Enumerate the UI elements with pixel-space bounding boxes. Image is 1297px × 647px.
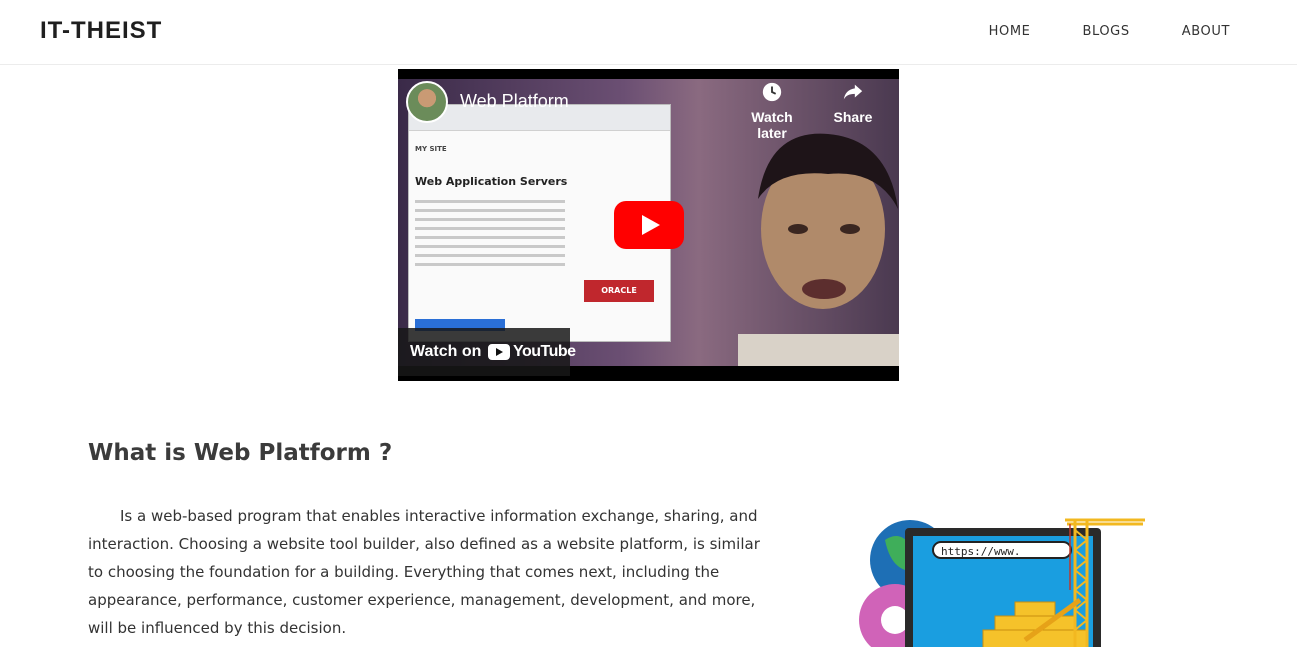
- section-heading: What is Web Platform ?: [88, 440, 393, 466]
- main-nav: HOME BLOGS ABOUT: [937, 24, 1230, 39]
- play-button[interactable]: [614, 201, 684, 249]
- intro-paragraph: Is a web-based program that enables inte…: [88, 507, 760, 637]
- watch-later-button[interactable]: Watch later: [736, 81, 808, 141]
- share-button[interactable]: Share: [828, 81, 878, 125]
- thumbnail-site-label: MY SITE: [415, 145, 447, 153]
- video-title[interactable]: Web Platform: [460, 91, 569, 112]
- clock-icon: [762, 82, 782, 102]
- watch-on-youtube-button[interactable]: Watch on YouTube: [398, 328, 576, 376]
- url-text: https://www.: [941, 545, 1020, 558]
- youtube-video-embed[interactable]: MY SITE Web Application Servers ORACLE W…: [398, 69, 899, 381]
- youtube-play-icon: [488, 344, 510, 360]
- nav-blogs-link[interactable]: BLOGS: [1082, 24, 1129, 39]
- oracle-logo: ORACLE: [584, 280, 654, 302]
- presenter-image: [738, 133, 899, 366]
- share-label: Share: [833, 109, 873, 125]
- web-construction-illustration: https://www.: [859, 518, 1145, 647]
- share-arrow-icon: [843, 84, 863, 100]
- nav-home-link[interactable]: HOME: [989, 24, 1031, 39]
- channel-avatar[interactable]: [406, 81, 448, 123]
- site-header: IT-THEIST HOME BLOGS ABOUT: [0, 0, 1297, 65]
- nav-about-link[interactable]: ABOUT: [1182, 24, 1230, 39]
- site-logo[interactable]: IT-THEIST: [40, 17, 162, 45]
- thumbnail-page-title: Web Application Servers: [415, 175, 568, 188]
- watch-later-label: Watch later: [751, 109, 793, 141]
- youtube-wordmark: YouTube: [513, 343, 576, 360]
- watch-on-label: Watch on: [410, 343, 482, 360]
